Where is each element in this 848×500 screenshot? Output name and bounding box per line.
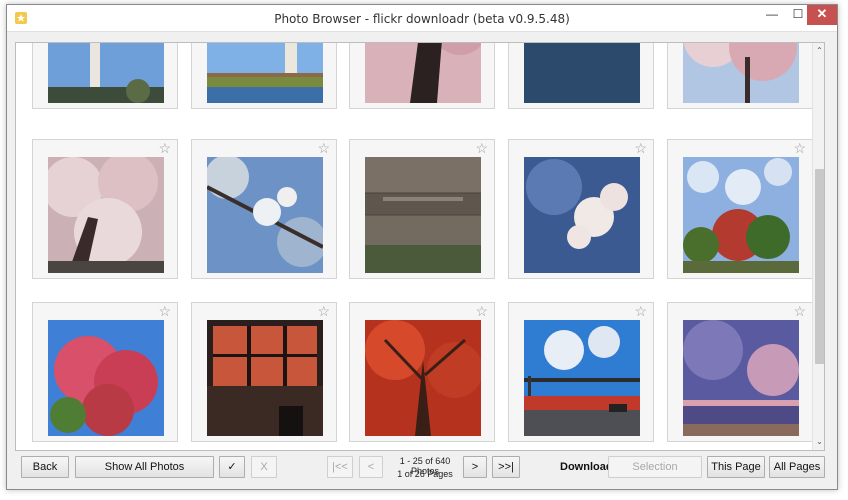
favorite-star-icon[interactable]: ☆: [634, 141, 647, 155]
photo-tile[interactable]: ☆: [32, 43, 178, 109]
photo-autumn-trees-clouds[interactable]: [683, 157, 799, 273]
next-page-button[interactable]: >: [463, 456, 487, 478]
deselect-button[interactable]: X: [251, 456, 277, 478]
first-page-button[interactable]: |<<: [327, 456, 353, 478]
photo-sunset-beach[interactable]: [683, 320, 799, 436]
photo-window-autumn[interactable]: [207, 320, 323, 436]
window-title: Photo Browser - flickr downloadr (beta v…: [274, 12, 570, 26]
favorite-star-icon[interactable]: ☆: [793, 304, 806, 318]
photo-tile[interactable]: ☆: [508, 43, 654, 109]
favorite-star-icon[interactable]: ☆: [475, 141, 488, 155]
photo-blossom-closeup[interactable]: [524, 157, 640, 273]
title-bar: Photo Browser - flickr downloadr (beta v…: [7, 5, 837, 32]
last-page-button[interactable]: >>|: [492, 456, 520, 478]
favorite-star-icon[interactable]: ☆: [158, 304, 171, 318]
scroll-thumb[interactable]: [815, 169, 824, 364]
previous-page-button[interactable]: <: [359, 456, 383, 478]
favorite-star-icon[interactable]: ☆: [793, 141, 806, 155]
favorite-star-icon[interactable]: ☆: [317, 141, 330, 155]
photo-browser-window: Photo Browser - flickr downloadr (beta v…: [6, 4, 838, 490]
photo-tile[interactable]: ☆: [349, 302, 495, 442]
favorite-star-icon[interactable]: ☆: [317, 304, 330, 318]
photo-cherry-trunk[interactable]: [365, 43, 481, 103]
photo-monument-tidal-basin[interactable]: [207, 43, 323, 103]
select-check-button[interactable]: ✓: [219, 456, 245, 478]
download-this-page-button[interactable]: This Page: [707, 456, 765, 478]
scroll-down-arrow-icon[interactable]: ⌄: [813, 436, 824, 448]
photo-washington-monument[interactable]: [48, 43, 164, 103]
favorite-star-icon[interactable]: ☆: [475, 304, 488, 318]
scroll-up-arrow-icon[interactable]: ⌃: [813, 45, 824, 57]
photo-cherry-tree-dense[interactable]: [48, 157, 164, 273]
minimize-button[interactable]: —: [759, 5, 785, 25]
photo-tile[interactable]: ☆: [349, 43, 495, 109]
photo-tile[interactable]: ☆: [191, 43, 337, 109]
photo-water-skyline[interactable]: [524, 43, 640, 103]
photo-street-traffic-light[interactable]: [524, 320, 640, 436]
download-all-pages-button[interactable]: All Pages: [769, 456, 825, 478]
photo-blossom-branch[interactable]: [207, 157, 323, 273]
photo-tile[interactable]: ☆: [32, 139, 178, 279]
vertical-scrollbar[interactable]: ⌃ ⌄: [812, 43, 824, 450]
favorite-star-icon[interactable]: ☆: [634, 304, 647, 318]
photo-tile[interactable]: ☆: [667, 43, 813, 109]
photo-tile[interactable]: ☆: [508, 302, 654, 442]
photo-tile[interactable]: ☆: [191, 139, 337, 279]
photo-tile[interactable]: ☆: [667, 302, 813, 442]
download-selection-button[interactable]: Selection: [608, 456, 702, 478]
download-label: Download: [560, 461, 613, 473]
photo-red-canopy[interactable]: [365, 320, 481, 436]
photo-tile[interactable]: ☆: [191, 302, 337, 442]
photo-tile[interactable]: ☆: [349, 139, 495, 279]
back-button[interactable]: Back: [21, 456, 69, 478]
show-all-photos-button[interactable]: Show All Photos: [75, 456, 214, 478]
photo-tile[interactable]: ☆: [32, 302, 178, 442]
close-button[interactable]: ✕: [807, 5, 837, 25]
favorite-star-icon[interactable]: ☆: [158, 141, 171, 155]
pages-count-info: 1 of 26 Pages: [397, 469, 453, 479]
photo-cherry-blossoms-sky[interactable]: [683, 43, 799, 103]
photo-tile[interactable]: ☆: [667, 139, 813, 279]
photo-tile[interactable]: ☆: [508, 139, 654, 279]
photo-stone-wall-inscription[interactable]: [365, 157, 481, 273]
photo-gallery[interactable]: ☆ ☆ ☆ ☆ ☆ ☆ ☆ ☆ ☆ ☆ ⌃ ⌄: [15, 42, 825, 451]
photo-red-maple[interactable]: [48, 320, 164, 436]
